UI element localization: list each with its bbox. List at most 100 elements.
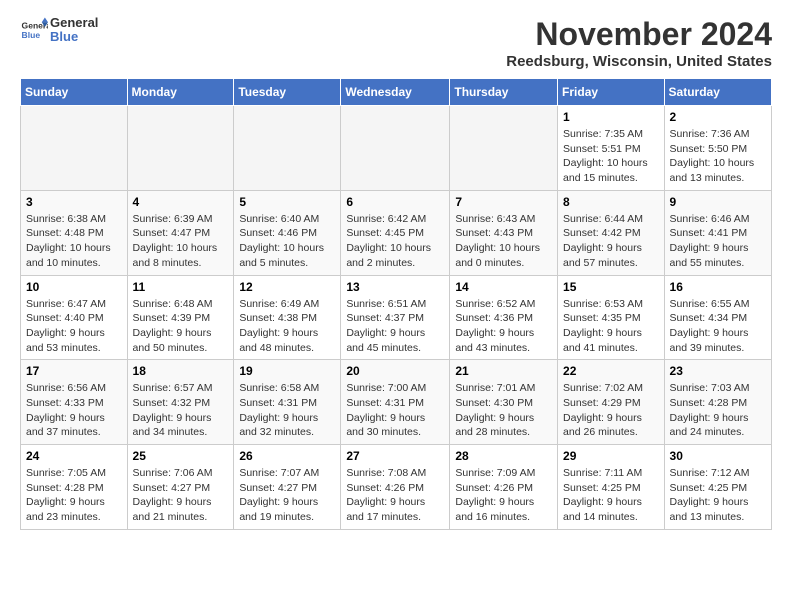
day-info: Sunrise: 6:44 AM Sunset: 4:42 PM Dayligh…: [563, 212, 659, 271]
day-number: 6: [346, 195, 444, 209]
calendar-day-cell: 9 Sunrise: 6:46 AM Sunset: 4:41 PM Daylig…: [664, 190, 771, 275]
calendar-day-cell: 18 Sunrise: 6:57 AM Sunset: 4:32 PM Dayli…: [127, 360, 234, 445]
day-number: 21: [455, 364, 552, 378]
day-number: 18: [133, 364, 229, 378]
day-number: 17: [26, 364, 122, 378]
day-number: 13: [346, 280, 444, 294]
day-info: Sunrise: 6:38 AM Sunset: 4:48 PM Dayligh…: [26, 212, 122, 271]
calendar-week-row: 10 Sunrise: 6:47 AM Sunset: 4:40 PM Dayli…: [21, 275, 772, 360]
day-number: 8: [563, 195, 659, 209]
day-number: 9: [670, 195, 766, 209]
day-info: Sunrise: 7:01 AM Sunset: 4:30 PM Dayligh…: [455, 381, 552, 440]
day-info: Sunrise: 6:47 AM Sunset: 4:40 PM Dayligh…: [26, 297, 122, 356]
day-number: 24: [26, 449, 122, 463]
day-info: Sunrise: 7:02 AM Sunset: 4:29 PM Dayligh…: [563, 381, 659, 440]
calendar-day-cell: 14Sunrise: 6:52 AM Sunset: 4:36 PM Dayli…: [450, 275, 558, 360]
weekday-header-cell: Wednesday: [341, 79, 450, 106]
weekday-header-cell: Monday: [127, 79, 234, 106]
calendar-day-cell: [341, 106, 450, 191]
calendar-week-row: 24 Sunrise: 7:05 AM Sunset: 4:28 PM Dayli…: [21, 445, 772, 530]
day-number: 15: [563, 280, 659, 294]
day-info: Sunrise: 7:09 AM Sunset: 4:26 PM Dayligh…: [455, 466, 552, 525]
month-title: November 2024: [506, 16, 772, 53]
calendar-day-cell: [127, 106, 234, 191]
day-number: 10: [26, 280, 122, 294]
calendar-day-cell: 17 Sunrise: 6:56 AM Sunset: 4:33 PM Dayli…: [21, 360, 128, 445]
location-title: Reedsburg, Wisconsin, United States: [506, 53, 772, 70]
day-number: 28: [455, 449, 552, 463]
day-info: Sunrise: 6:39 AM Sunset: 4:47 PM Dayligh…: [133, 212, 229, 271]
calendar-day-cell: 23 Sunrise: 7:03 AM Sunset: 4:28 PM Dayli…: [664, 360, 771, 445]
day-number: 19: [239, 364, 335, 378]
calendar-day-cell: 25Sunrise: 7:06 AM Sunset: 4:27 PM Dayli…: [127, 445, 234, 530]
svg-text:Blue: Blue: [22, 30, 41, 40]
calendar-week-row: 17 Sunrise: 6:56 AM Sunset: 4:33 PM Dayli…: [21, 360, 772, 445]
day-info: Sunrise: 7:07 AM Sunset: 4:27 PM Dayligh…: [239, 466, 335, 525]
day-info: Sunrise: 6:46 AM Sunset: 4:41 PM Dayligh…: [670, 212, 766, 271]
day-info: Sunrise: 6:53 AM Sunset: 4:35 PM Dayligh…: [563, 297, 659, 356]
calendar-day-cell: 28 Sunrise: 7:09 AM Sunset: 4:26 PM Dayli…: [450, 445, 558, 530]
logo-text-line1: General: [50, 16, 98, 30]
calendar-day-cell: 6 Sunrise: 6:42 AM Sunset: 4:45 PM Daylig…: [341, 190, 450, 275]
calendar-day-cell: 13 Sunrise: 6:51 AM Sunset: 4:37 PM Dayli…: [341, 275, 450, 360]
day-info: Sunrise: 7:11 AM Sunset: 4:25 PM Dayligh…: [563, 466, 659, 525]
day-info: Sunrise: 6:56 AM Sunset: 4:33 PM Dayligh…: [26, 381, 122, 440]
day-number: 7: [455, 195, 552, 209]
calendar-day-cell: 7 Sunrise: 6:43 AM Sunset: 4:43 PM Daylig…: [450, 190, 558, 275]
day-number: 1: [563, 110, 659, 124]
calendar-day-cell: 22 Sunrise: 7:02 AM Sunset: 4:29 PM Dayli…: [558, 360, 665, 445]
day-info: Sunrise: 6:49 AM Sunset: 4:38 PM Dayligh…: [239, 297, 335, 356]
calendar-day-cell: 2Sunrise: 7:36 AM Sunset: 5:50 PM Daylig…: [664, 106, 771, 191]
day-info: Sunrise: 6:42 AM Sunset: 4:45 PM Dayligh…: [346, 212, 444, 271]
day-number: 5: [239, 195, 335, 209]
calendar-day-cell: 10 Sunrise: 6:47 AM Sunset: 4:40 PM Dayli…: [21, 275, 128, 360]
calendar-day-cell: 26 Sunrise: 7:07 AM Sunset: 4:27 PM Dayli…: [234, 445, 341, 530]
day-info: Sunrise: 6:51 AM Sunset: 4:37 PM Dayligh…: [346, 297, 444, 356]
day-info: Sunrise: 7:05 AM Sunset: 4:28 PM Dayligh…: [26, 466, 122, 525]
weekday-header: SundayMondayTuesdayWednesdayThursdayFrid…: [21, 79, 772, 106]
day-info: Sunrise: 6:43 AM Sunset: 4:43 PM Dayligh…: [455, 212, 552, 271]
day-info: Sunrise: 7:36 AM Sunset: 5:50 PM Dayligh…: [670, 127, 766, 186]
day-number: 29: [563, 449, 659, 463]
day-number: 22: [563, 364, 659, 378]
day-number: 27: [346, 449, 444, 463]
day-info: Sunrise: 6:55 AM Sunset: 4:34 PM Dayligh…: [670, 297, 766, 356]
calendar-day-cell: 21 Sunrise: 7:01 AM Sunset: 4:30 PM Dayli…: [450, 360, 558, 445]
day-number: 3: [26, 195, 122, 209]
calendar-table: SundayMondayTuesdayWednesdayThursdayFrid…: [20, 78, 772, 530]
calendar-day-cell: 5 Sunrise: 6:40 AM Sunset: 4:46 PM Daylig…: [234, 190, 341, 275]
weekday-header-cell: Tuesday: [234, 79, 341, 106]
calendar-day-cell: 12 Sunrise: 6:49 AM Sunset: 4:38 PM Dayli…: [234, 275, 341, 360]
day-number: 14: [455, 280, 552, 294]
calendar-day-cell: 27 Sunrise: 7:08 AM Sunset: 4:26 PM Dayli…: [341, 445, 450, 530]
day-info: Sunrise: 6:58 AM Sunset: 4:31 PM Dayligh…: [239, 381, 335, 440]
weekday-header-cell: Friday: [558, 79, 665, 106]
day-info: Sunrise: 7:08 AM Sunset: 4:26 PM Dayligh…: [346, 466, 444, 525]
calendar-day-cell: 29 Sunrise: 7:11 AM Sunset: 4:25 PM Dayli…: [558, 445, 665, 530]
calendar-day-cell: [450, 106, 558, 191]
day-info: Sunrise: 6:48 AM Sunset: 4:39 PM Dayligh…: [133, 297, 229, 356]
calendar-day-cell: [234, 106, 341, 191]
logo: General Blue General Blue: [20, 16, 98, 45]
day-number: 11: [133, 280, 229, 294]
calendar-body: 1 Sunrise: 7:35 AM Sunset: 5:51 PM Daylig…: [21, 106, 772, 530]
day-number: 23: [670, 364, 766, 378]
calendar-day-cell: 30Sunrise: 7:12 AM Sunset: 4:25 PM Dayli…: [664, 445, 771, 530]
day-info: Sunrise: 7:35 AM Sunset: 5:51 PM Dayligh…: [563, 127, 659, 186]
day-info: Sunrise: 6:57 AM Sunset: 4:32 PM Dayligh…: [133, 381, 229, 440]
day-info: Sunrise: 7:00 AM Sunset: 4:31 PM Dayligh…: [346, 381, 444, 440]
calendar-day-cell: 8 Sunrise: 6:44 AM Sunset: 4:42 PM Daylig…: [558, 190, 665, 275]
day-number: 16: [670, 280, 766, 294]
day-number: 25: [133, 449, 229, 463]
day-info: Sunrise: 6:40 AM Sunset: 4:46 PM Dayligh…: [239, 212, 335, 271]
header: General Blue General Blue November 2024 …: [20, 16, 772, 70]
calendar-day-cell: 16 Sunrise: 6:55 AM Sunset: 4:34 PM Dayli…: [664, 275, 771, 360]
calendar-day-cell: 20Sunrise: 7:00 AM Sunset: 4:31 PM Dayli…: [341, 360, 450, 445]
day-number: 26: [239, 449, 335, 463]
calendar-week-row: 1 Sunrise: 7:35 AM Sunset: 5:51 PM Daylig…: [21, 106, 772, 191]
day-info: Sunrise: 7:03 AM Sunset: 4:28 PM Dayligh…: [670, 381, 766, 440]
weekday-header-cell: Thursday: [450, 79, 558, 106]
calendar-day-cell: 15 Sunrise: 6:53 AM Sunset: 4:35 PM Dayli…: [558, 275, 665, 360]
logo-icon: General Blue: [20, 16, 48, 44]
day-number: 12: [239, 280, 335, 294]
